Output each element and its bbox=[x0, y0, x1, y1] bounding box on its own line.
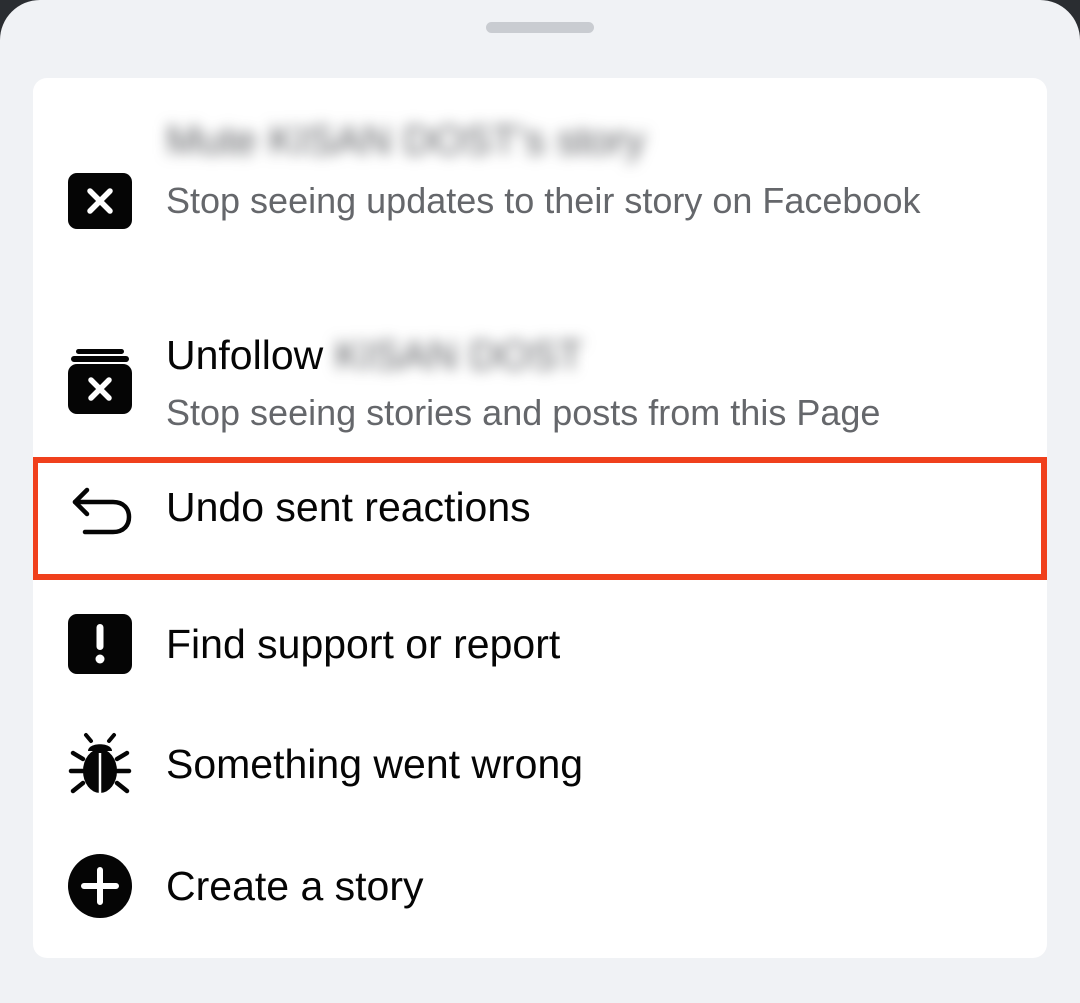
plus-circle-icon bbox=[67, 853, 133, 919]
menu-item-something-went-wrong[interactable]: Something went wrong bbox=[33, 703, 1047, 823]
bottom-sheet: Mute KISAN DOST's story Stop seeing upda… bbox=[0, 0, 1080, 1003]
highlight-box bbox=[33, 457, 1047, 580]
unfollow-box-icon bbox=[67, 349, 133, 415]
page-name: KISAN DOST bbox=[334, 332, 583, 378]
options-menu: Mute KISAN DOST's story Stop seeing upda… bbox=[33, 78, 1047, 958]
drag-handle[interactable] bbox=[486, 22, 594, 33]
menu-item-subtitle: Stop seeing updates to their story on Fa… bbox=[166, 180, 921, 221]
exclamation-square-icon bbox=[67, 611, 133, 677]
menu-item-subtitle: Stop seeing stories and posts from this … bbox=[166, 392, 881, 433]
menu-item-title: Mute KISAN DOST's story bbox=[166, 117, 646, 163]
menu-item-unfollow[interactable]: Unfollow KISAN DOST Stop seeing stories … bbox=[33, 293, 1047, 453]
bug-icon bbox=[67, 731, 133, 797]
close-square-icon bbox=[67, 168, 133, 234]
menu-item-title: Create a story bbox=[166, 863, 424, 909]
menu-item-find-support[interactable]: Find support or report bbox=[33, 583, 1047, 703]
unfollow-label: Unfollow bbox=[166, 332, 324, 378]
menu-item-title: Find support or report bbox=[166, 621, 561, 667]
menu-item-mute-story[interactable]: Mute KISAN DOST's story Stop seeing upda… bbox=[33, 78, 1047, 293]
menu-item-title: Unfollow KISAN DOST bbox=[166, 331, 583, 379]
menu-item-create-story[interactable]: Create a story bbox=[33, 823, 1047, 948]
menu-item-title: Something went wrong bbox=[166, 741, 584, 787]
